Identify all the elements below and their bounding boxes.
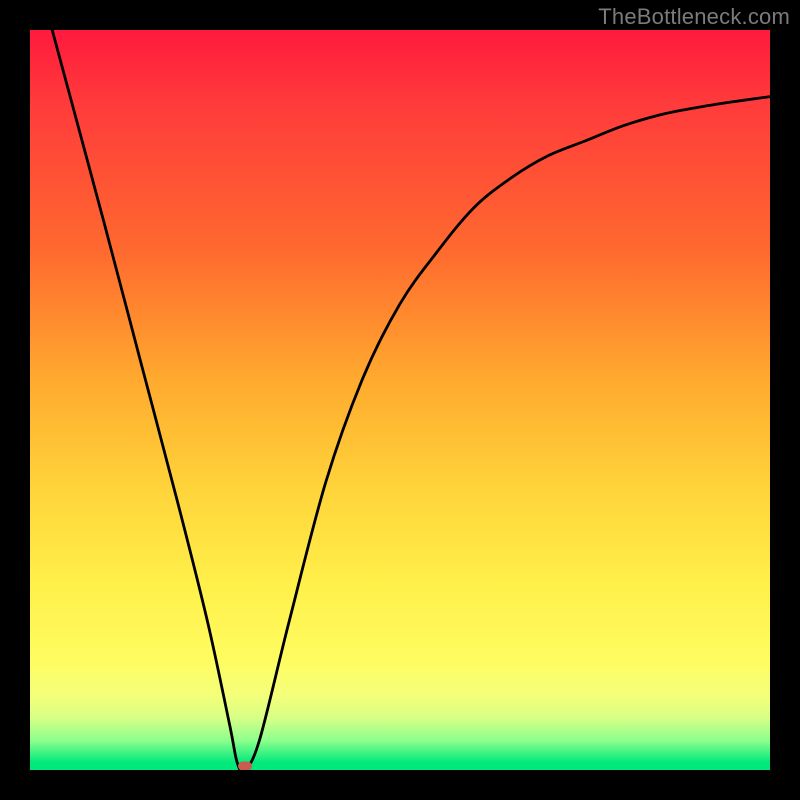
min-marker-icon [238,762,252,770]
chart-frame: TheBottleneck.com [0,0,800,800]
bottleneck-curve [30,30,770,770]
watermark-label: TheBottleneck.com [598,4,790,30]
plot-area [30,30,770,770]
